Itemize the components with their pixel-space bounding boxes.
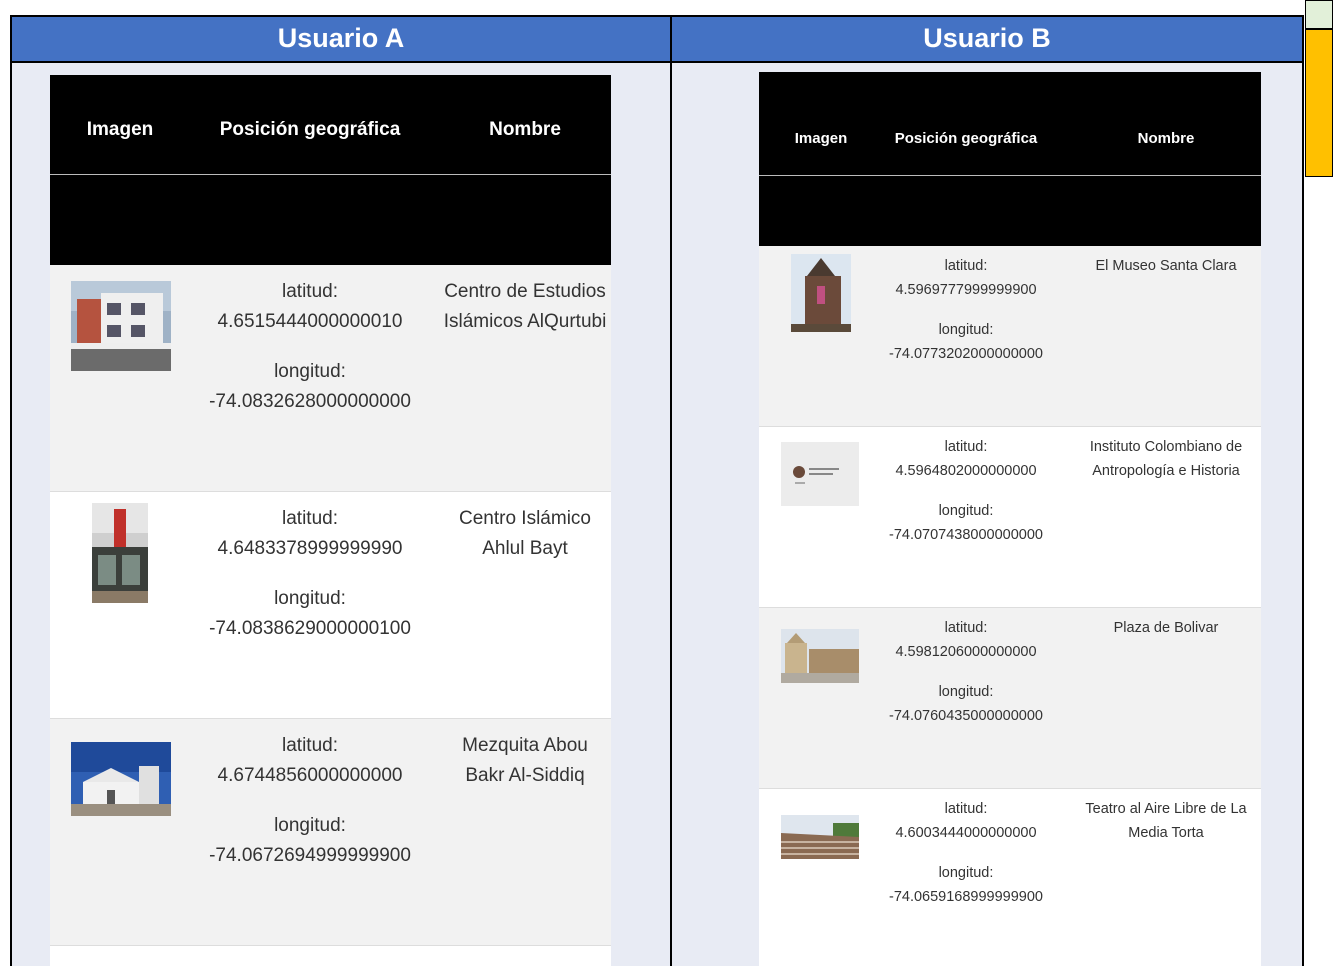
geo-position: latitud: 4.6744856000000000 longitud: -7… [200,731,420,871]
place-thumbnail[interactable] [781,629,859,683]
place-name: Instituto Colombiano de Antropología e H… [1089,439,1243,479]
longitude-value: -74.0707438000000000 [888,527,1043,543]
header-position: Posición geográfica [894,130,1038,147]
latitude-value: 4.5964802000000000 [895,463,1037,479]
panel-usuario-b: Usuario B Imagen Posición geográfica Nom… [670,15,1304,968]
side-tab-green [1305,0,1333,29]
longitude-value: -74.0838629000000100 [209,618,411,639]
empty-row [50,175,611,265]
latitude-label: latitud: [282,735,338,756]
longitude-value: -74.0760435000000000 [888,708,1043,724]
place-name: Plaza de Bolivar [1113,620,1219,636]
geo-position: latitud: 4.6515444000000010 longitud: -7… [200,277,420,417]
longitude-label: longitud: [274,815,346,836]
geo-position: latitud: 4.5969777999999900 longitud: -7… [871,254,1061,366]
table-row[interactable]: latitud: 4.6744856000000000 longitud: -7… [50,719,611,946]
longitude-label: longitud: [274,588,346,609]
place-name: El Museo Santa Clara [1095,258,1237,274]
place-name: Centro Islámico Ahlul Bayt [459,508,591,559]
longitude-label: longitud: [274,361,346,382]
latitude-label: latitud: [944,620,988,636]
longitude-value: -74.0659168999999900 [888,889,1043,905]
side-tab-yellow [1305,29,1333,177]
place-thumbnail[interactable] [791,254,851,332]
latitude-value: 4.5969777999999900 [895,282,1037,298]
geo-position: latitud: 4.5981206000000000 longitud: -7… [871,616,1061,728]
table-header: Imagen Posición geográfica Nombre [50,75,611,175]
places-table: Imagen Posición geográfica Nombre latitu… [759,72,1261,968]
longitude-value: -74.0672694999999900 [209,845,411,866]
panel-title: Usuario A [12,17,670,63]
latitude-value: 4.6483378999999990 [217,538,403,559]
table-row[interactable]: latitud: 4.5981206000000000 longitud: -7… [759,608,1261,789]
latitude-label: latitud: [944,801,988,817]
table-row[interactable]: latitud: 4.6515444000000010 longitud: -7… [50,265,611,492]
latitude-value: 4.5981206000000000 [895,644,1037,660]
place-name: Centro de Estudios Islámicos AlQurtubi [443,281,607,332]
table-header: Imagen Posición geográfica Nombre [759,72,1261,176]
place-name: Mezquita Abou Bakr Al-Siddiq [462,735,588,786]
geo-position: latitud: 4.5964802000000000 longitud: -7… [871,435,1061,547]
header-name: Nombre [1137,130,1195,147]
place-name: Teatro al Aire Libre de La Media Torta [1085,801,1247,841]
geo-position: latitud: 4.6003444000000000 longitud: -7… [871,797,1061,909]
header-image: Imagen [794,130,848,147]
place-thumbnail[interactable] [781,442,859,506]
latitude-label: latitud: [944,439,988,455]
table-row[interactable]: latitud: 4.5969777999999900 longitud: -7… [759,246,1261,427]
longitude-value: -74.0832628000000000 [209,391,411,412]
place-thumbnail[interactable] [71,281,171,371]
places-table: Imagen Posición geográfica Nombre latitu… [50,75,611,968]
header-position: Posición geográfica [219,119,401,140]
latitude-label: latitud: [282,508,338,529]
latitude-value: 4.6003444000000000 [895,825,1037,841]
latitude-label: latitud: [944,258,988,274]
longitude-value: -74.0773202000000000 [888,346,1043,362]
longitude-label: longitud: [938,684,994,700]
table-row[interactable]: latitud: 4.5964802000000000 longitud: -7… [759,427,1261,608]
latitude-value: 4.6515444000000010 [217,311,403,332]
panel-usuario-a: Usuario A Imagen Posición geográfica Nom… [10,15,672,968]
header-image: Imagen [86,119,154,140]
longitude-label: longitud: [938,503,994,519]
table-row[interactable]: latitud: 4.6483378999999990 longitud: -7… [50,492,611,719]
latitude-value: 4.6744856000000000 [217,765,403,786]
geo-position: latitud: 4.6483378999999990 longitud: -7… [200,504,420,644]
place-thumbnail[interactable] [71,742,171,816]
empty-row [759,176,1261,246]
latitude-label: latitud: [282,281,338,302]
place-thumbnail[interactable] [781,815,859,859]
longitude-label: longitud: [938,322,994,338]
table-row[interactable]: latitud: 4.6003444000000000 longitud: -7… [759,789,1261,968]
longitude-label: longitud: [938,865,994,881]
header-name: Nombre [489,119,561,140]
place-thumbnail[interactable] [92,503,148,603]
panel-title: Usuario B [672,17,1302,63]
